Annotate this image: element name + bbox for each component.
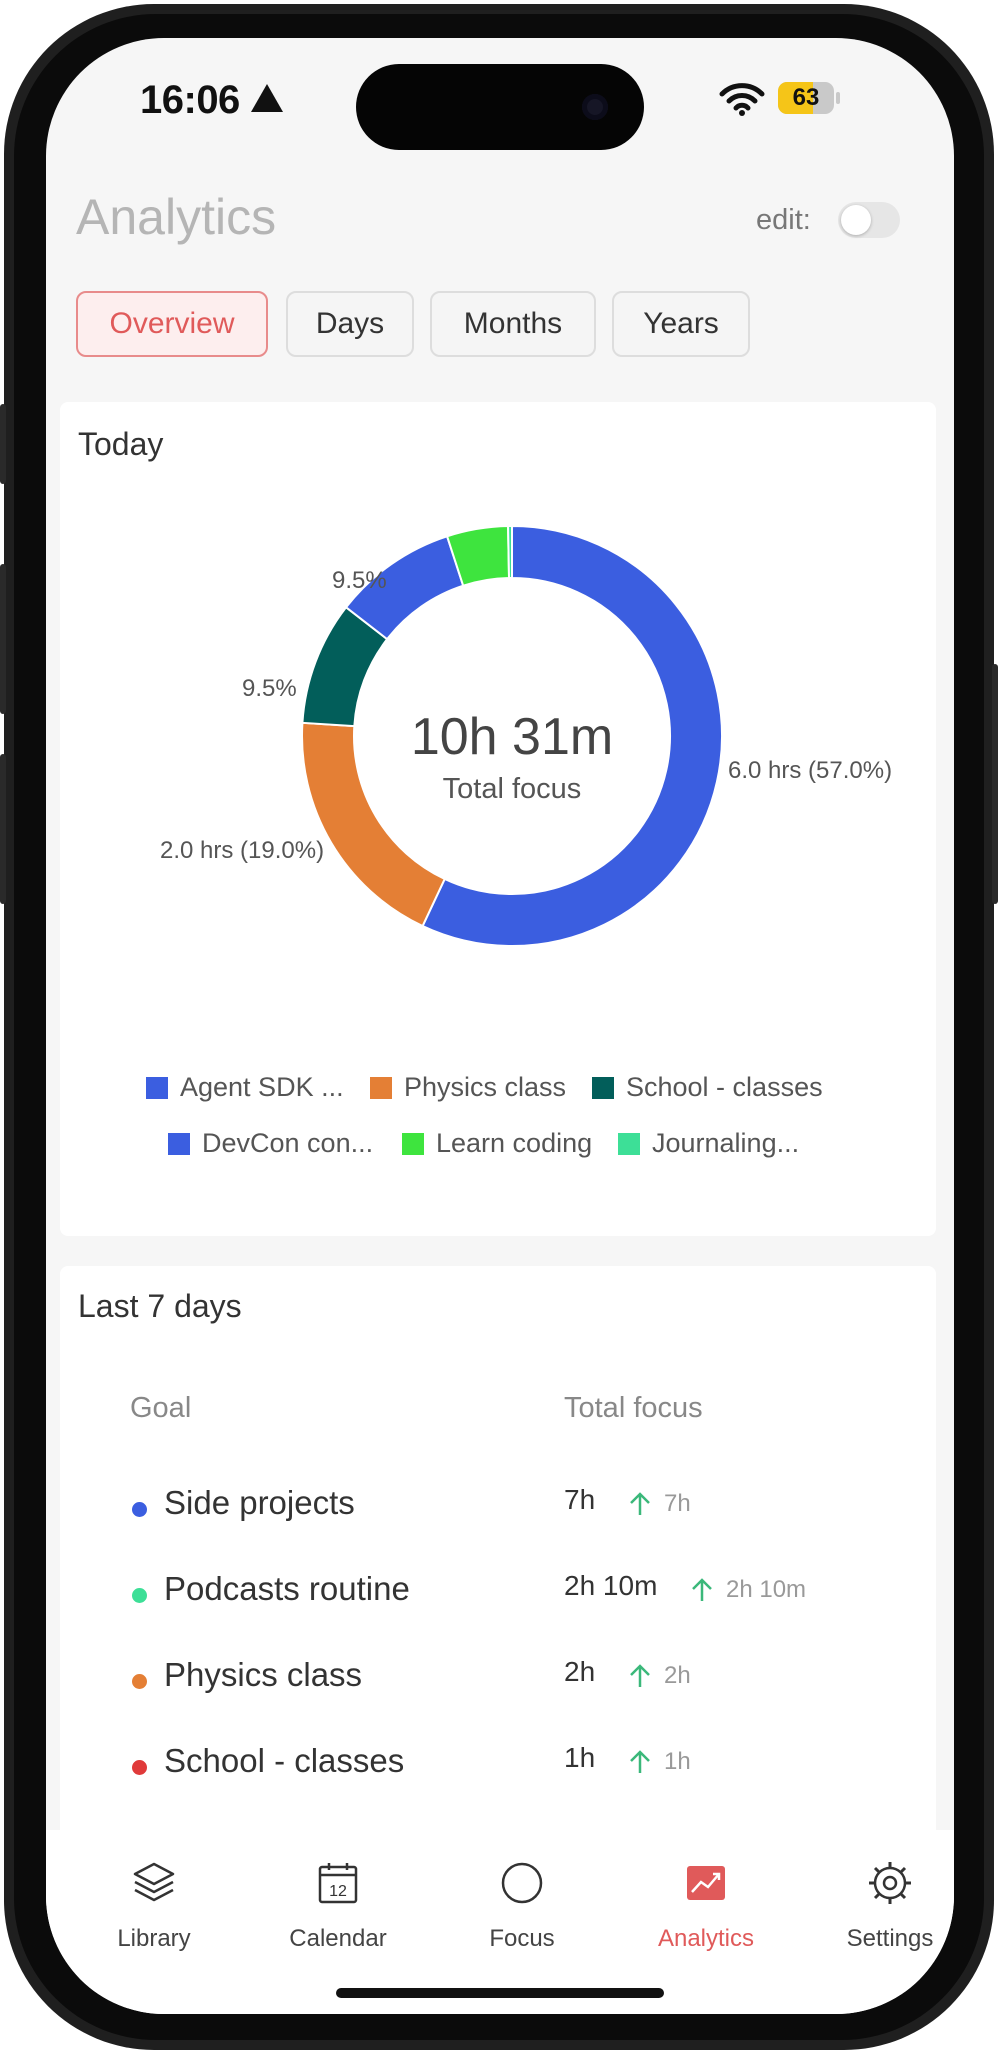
- battery-nub: [836, 92, 840, 104]
- goal-name: Podcasts routine: [164, 1570, 410, 1607]
- tabbar-item-focus[interactable]: Focus: [452, 1860, 592, 1953]
- status-time: 16:06: [140, 78, 240, 122]
- slice-label: 9.5%: [242, 675, 297, 702]
- goal-trend: 1h: [628, 1748, 691, 1776]
- goal-name: Physics class: [164, 1656, 363, 1693]
- slice-label: 2.0 hrs (19.0%): [160, 837, 324, 864]
- tab-overview[interactable]: Overview: [76, 291, 268, 357]
- layers-icon: [133, 1862, 175, 1902]
- arrow-up-icon: [630, 1750, 650, 1773]
- legend-swatch: [146, 1076, 168, 1099]
- goal-name: School - classes: [164, 1742, 405, 1779]
- goal-color-dot: [132, 1502, 147, 1517]
- goal-total: 7h: [564, 1484, 596, 1515]
- goal-delta: 7h: [664, 1490, 691, 1517]
- tabbar-label: Settings: [846, 1925, 934, 1952]
- last7-card: Last 7 days Goal Total focus Side projec…: [60, 1266, 936, 1886]
- goal-total: 2h: [564, 1656, 596, 1687]
- legend-label: Agent SDK ...: [180, 1072, 344, 1102]
- donut-center-value: 10h 31m: [411, 708, 613, 766]
- legend-label: Journaling...: [652, 1128, 800, 1158]
- slice-label: 6.0 hrs (57.0%): [728, 757, 892, 784]
- home-indicator: [336, 1988, 664, 1998]
- legend-swatch: [402, 1132, 424, 1155]
- app-screen: 16:06 63 Analytics edit: Overview Days M…: [46, 38, 954, 2014]
- tab-years[interactable]: Years: [612, 291, 750, 357]
- phone-side-button: [0, 754, 6, 904]
- col-total-header: Total focus: [564, 1392, 703, 1424]
- today-title: Today: [78, 426, 164, 462]
- camera-icon: [582, 94, 608, 120]
- battery-level: 63: [792, 84, 820, 111]
- arrow-up-icon: [630, 1664, 650, 1687]
- goal-trend: 7h: [628, 1490, 691, 1518]
- goal-trend: 2h: [628, 1662, 691, 1690]
- legend-label: School - classes: [626, 1072, 823, 1102]
- bottom-tab-bar: Library 12 Calendar Focus Analytics Sett…: [46, 1830, 954, 2014]
- legend-label: Physics class: [404, 1072, 567, 1102]
- goal-trend: 2h 10m: [690, 1576, 806, 1604]
- legend-swatch: [370, 1076, 392, 1099]
- last7-title: Last 7 days: [78, 1288, 242, 1324]
- dynamic-island: [356, 64, 644, 150]
- goal-color-dot: [132, 1674, 147, 1689]
- legend-item[interactable]: Journaling...: [618, 1128, 799, 1159]
- legend-label: Learn coding: [436, 1128, 593, 1158]
- goal-total: 2h 10m: [564, 1570, 658, 1601]
- status-bar: 16:06 63: [46, 38, 954, 168]
- edit-label: edit:: [756, 204, 811, 236]
- goal-delta: 1h: [664, 1748, 691, 1775]
- legend-item[interactable]: DevCon con...: [168, 1128, 373, 1159]
- tabbar-item-library[interactable]: Library: [84, 1860, 224, 1953]
- legend-item[interactable]: Agent SDK ...: [146, 1072, 344, 1103]
- goal-delta: 2h: [664, 1662, 691, 1689]
- donut-center-label: Total focus: [443, 773, 582, 805]
- battery-indicator: 63: [778, 82, 834, 114]
- legend-item[interactable]: School - classes: [592, 1072, 823, 1103]
- tabbar-item-analytics[interactable]: Analytics: [636, 1860, 776, 1953]
- goal-total: 1h: [564, 1742, 596, 1773]
- tab-months[interactable]: Months: [430, 291, 596, 357]
- goal-color-dot: [132, 1760, 147, 1775]
- location-arrow-icon: [251, 84, 283, 112]
- today-card: Today 6.0 hrs (57.0%) 2.0 hrs (19.0%) 9.…: [60, 402, 936, 1236]
- goal-delta: 2h 10m: [726, 1576, 807, 1603]
- arrow-up-icon: [630, 1492, 650, 1515]
- arrow-up-icon: [692, 1578, 712, 1601]
- legend-swatch: [592, 1076, 614, 1099]
- legend-swatch: [168, 1132, 190, 1155]
- circle-icon: [501, 1862, 543, 1904]
- legend-item[interactable]: Learn coding: [402, 1128, 592, 1159]
- phone-side-button: [0, 564, 6, 714]
- page-title: Analytics: [76, 189, 277, 245]
- tabbar-label: Calendar: [289, 1925, 387, 1952]
- tabbar-item-calendar[interactable]: 12 Calendar: [268, 1860, 408, 1953]
- legend-label: DevCon con...: [202, 1128, 374, 1158]
- tabbar-item-settings[interactable]: Settings: [820, 1860, 954, 1953]
- goal-color-dot: [132, 1588, 147, 1603]
- chart-icon: [687, 1866, 725, 1900]
- gear-icon: [869, 1862, 911, 1904]
- edit-toggle[interactable]: [838, 202, 900, 238]
- col-goal-header: Goal: [130, 1392, 192, 1424]
- wifi-icon: [719, 83, 765, 116]
- tabbar-label: Analytics: [657, 1925, 755, 1952]
- phone-side-button: [0, 404, 6, 484]
- calendar-icon: 12: [318, 1863, 358, 1904]
- tabbar-label: Library: [117, 1925, 191, 1952]
- slice-label: 9.5%: [332, 567, 387, 594]
- toggle-knob: [841, 205, 871, 235]
- legend-swatch: [618, 1132, 640, 1155]
- goal-name: Side projects: [164, 1484, 355, 1521]
- tab-days[interactable]: Days: [286, 291, 414, 357]
- today-donut-chart: 6.0 hrs (57.0%) 2.0 hrs (19.0%) 9.5% 9.5…: [160, 524, 892, 947]
- donut-slice[interactable]: [507, 524, 513, 580]
- calendar-date: 12: [329, 1883, 347, 1900]
- legend-item[interactable]: Physics class: [370, 1072, 566, 1103]
- phone-side-button: [992, 664, 998, 904]
- tabbar-label: Focus: [489, 1925, 555, 1952]
